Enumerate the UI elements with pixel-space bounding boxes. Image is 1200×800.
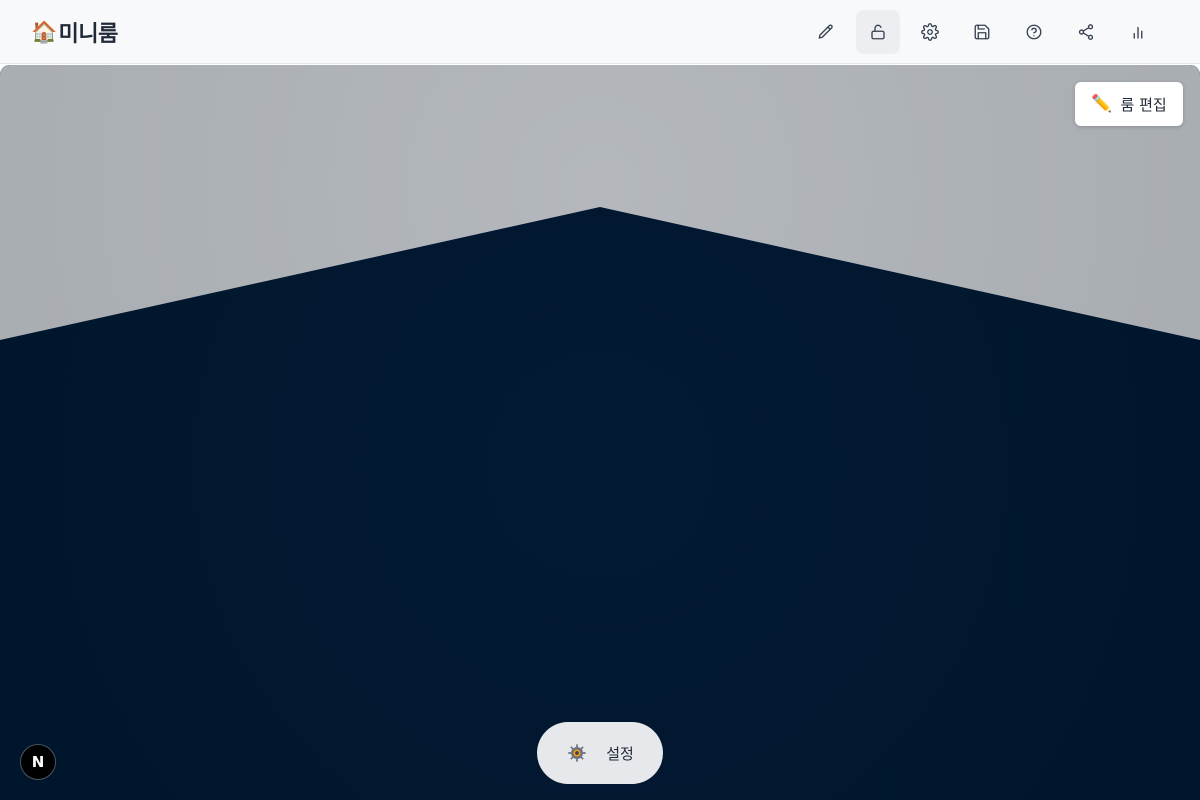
framework-badge[interactable]: N (20, 744, 56, 780)
help-circle-icon (1026, 24, 1042, 40)
n-letter-icon: N (31, 753, 45, 771)
edit-button[interactable] (804, 10, 848, 54)
settings-pill-button[interactable]: 설정 (537, 722, 663, 784)
share-icon (1078, 24, 1094, 40)
bar-chart-icon (1133, 26, 1143, 39)
toolbar (804, 10, 1160, 54)
pencil-icon (818, 24, 833, 39)
gear-icon (921, 23, 939, 41)
stats-button[interactable] (1116, 10, 1160, 54)
settings-label: 설정 (606, 744, 634, 763)
app-title: 미니룸 (58, 22, 119, 47)
share-button[interactable] (1064, 10, 1108, 54)
settings-button[interactable] (908, 10, 952, 54)
room-canvas[interactable] (0, 65, 1200, 800)
edit-room-button[interactable]: ✏️ 룸 편집 (1075, 82, 1183, 126)
app-brand: 🏠 미니룸 (31, 15, 118, 49)
save-button[interactable] (960, 10, 1004, 54)
gear-emoji-icon (566, 742, 588, 764)
unlock-icon (871, 24, 885, 40)
lock-toggle-button[interactable] (856, 10, 900, 54)
room-scene (0, 65, 1200, 800)
house-icon: 🏠 (31, 19, 57, 44)
save-icon (974, 24, 990, 40)
app-header: 🏠 미니룸 (0, 0, 1200, 64)
edit-room-label: 룸 편집 (1120, 95, 1167, 114)
pencil-emoji-icon: ✏️ (1091, 94, 1113, 114)
help-button[interactable] (1012, 10, 1056, 54)
